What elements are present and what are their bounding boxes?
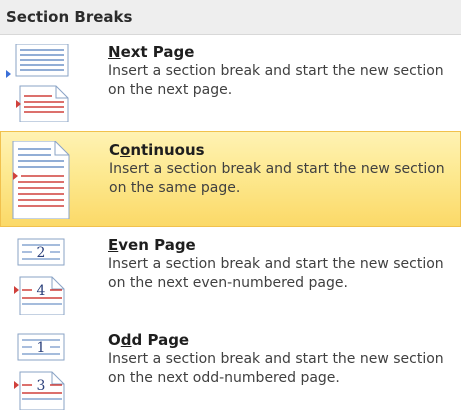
menu-item-title: Next Page — [108, 43, 195, 61]
mnemonic: E — [108, 236, 119, 254]
next-page-break-icon — [6, 44, 69, 122]
section-header: Section Breaks — [0, 0, 461, 35]
mnemonic: N — [108, 43, 121, 61]
menu-item-continuous[interactable]: Continuous Insert a section break and st… — [0, 131, 461, 227]
page-number: 3 — [37, 378, 46, 394]
menu-item-description: Insert a section break and start the new… — [108, 256, 444, 291]
menu-item-text: Continuous Insert a section break and st… — [109, 141, 459, 198]
menu-item-description: Insert a section break and start the new… — [108, 63, 444, 98]
menu-item-odd-page[interactable]: 1 3 Odd Page Insert a section break and … — [0, 325, 461, 417]
menu-item-even-page[interactable]: 2 4 Even Page Insert a section break and… — [0, 230, 461, 322]
page-number: 4 — [37, 283, 46, 299]
menu-item-title: Even Page — [108, 236, 196, 254]
mnemonic: d — [120, 331, 132, 349]
menu-item-text: Next Page Insert a section break and sta… — [108, 43, 458, 100]
section-breaks-menu: Section Breaks Next Page Insert a sectio… — [0, 0, 461, 418]
even-page-break-icon: 2 4 — [14, 238, 65, 315]
page-number: 2 — [37, 245, 46, 261]
menu-item-title: Continuous — [109, 141, 205, 159]
menu-item-description: Insert a section break and start the new… — [108, 351, 444, 386]
continuous-break-icon — [12, 141, 70, 219]
page-number: 1 — [37, 340, 46, 356]
menu-item-text: Even Page Insert a section break and sta… — [108, 236, 458, 293]
mnemonic: o — [120, 141, 131, 159]
menu-item-description: Insert a section break and start the new… — [109, 161, 445, 196]
menu-item-text: Odd Page Insert a section break and star… — [108, 331, 458, 388]
menu-item-title: Odd Page — [108, 331, 190, 349]
odd-page-break-icon: 1 3 — [14, 333, 65, 410]
menu-item-next-page[interactable]: Next Page Insert a section break and sta… — [0, 37, 461, 129]
